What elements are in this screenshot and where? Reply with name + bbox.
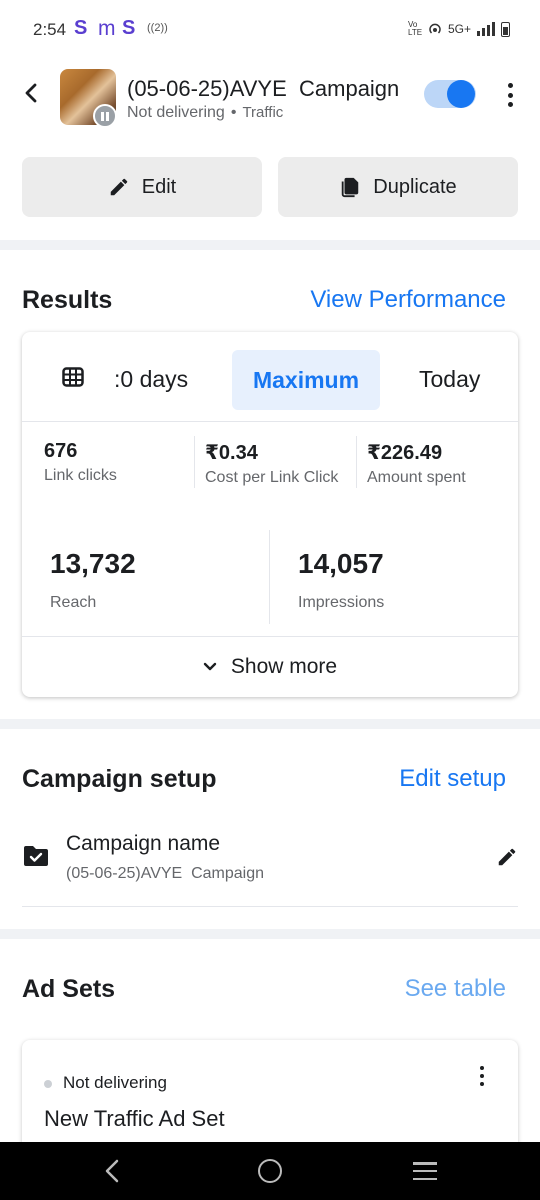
nav-home-icon[interactable] <box>258 1159 282 1183</box>
delivery-status: Not delivering <box>127 104 225 121</box>
calendar-table-icon[interactable] <box>62 367 84 387</box>
section-divider <box>0 719 540 729</box>
metric-value: ₹0.34 <box>205 442 258 464</box>
metric-label: Link clicks <box>44 467 117 484</box>
pencil-icon <box>110 178 128 196</box>
metric-link-clicks[interactable]: 676 Link clicks <box>44 440 117 485</box>
campaign-subtitle: Not delivering • Traffic <box>127 104 283 122</box>
sms-app-icon: S <box>74 17 88 39</box>
ad-set-card[interactable]: Not delivering New Traffic Ad Set <box>22 1040 518 1150</box>
wifi-calling-icon: ((2)) <box>147 22 168 34</box>
campaign-name-row[interactable]: Campaign name (05-06-25)AVYE Campaign <box>22 820 518 907</box>
status-bar: 2:54 S m S ((2)) Vo LTE 5G+ <box>0 0 540 62</box>
metric-label: Amount spent <box>367 469 466 486</box>
tab-30-days[interactable]: :0 days <box>114 366 188 393</box>
more-options-icon[interactable] <box>478 1066 486 1086</box>
edit-button[interactable]: Edit <box>22 157 262 217</box>
page-title: (05-06-25)AVYE Campaign <box>127 76 400 101</box>
section-divider <box>0 240 540 250</box>
nav-recents-icon[interactable] <box>413 1162 437 1180</box>
results-title: Results <box>22 286 113 314</box>
nav-back-icon[interactable] <box>100 1158 124 1184</box>
results-card: :0 days Maximum Today 676 Link clicks ₹0… <box>22 332 518 697</box>
campaign-header: (05-06-25)AVYE Campaign Not delivering • T… <box>0 62 540 132</box>
metric-value: 676 <box>44 440 78 462</box>
show-more-label: Show more <box>230 655 338 678</box>
metric-label: Reach <box>50 594 97 611</box>
ad-set-name: New Traffic Ad Set <box>44 1106 225 1131</box>
pencil-icon[interactable] <box>496 846 518 868</box>
campaign-toggle[interactable] <box>424 80 476 108</box>
messenger-app-icon: m <box>98 17 116 40</box>
metric-value: 13,732 <box>50 548 136 579</box>
date-range-tabs: :0 days Maximum Today <box>22 332 518 422</box>
status-time: 2:54 <box>33 20 67 39</box>
metric-label: Impressions <box>298 594 385 611</box>
campaign-name-value: (05-06-25)AVYE Campaign <box>66 865 265 882</box>
volte-icon: Vo LTE <box>407 20 423 37</box>
edit-setup-link[interactable]: Edit setup <box>399 765 506 793</box>
view-performance-link[interactable]: View Performance <box>310 286 506 314</box>
folder-check-icon <box>24 846 48 866</box>
metric-divider <box>269 530 270 624</box>
metric-amount-spent[interactable]: ₹226.49 Amount spent <box>367 440 466 487</box>
duplicate-icon <box>342 177 359 198</box>
metric-divider <box>194 436 195 488</box>
edit-button-label: Edit <box>141 175 177 198</box>
paused-badge-icon <box>93 104 117 128</box>
status-dot-icon <box>44 1080 52 1088</box>
campaign-objective: Traffic <box>242 104 284 121</box>
campaign-setup-title: Campaign setup <box>22 765 217 793</box>
metric-value: 14,057 <box>298 548 384 579</box>
metric-impressions[interactable]: 14,057 Impressions <box>298 548 384 612</box>
metric-value: ₹226.49 <box>367 442 443 464</box>
duplicate-button-label: Duplicate <box>373 175 457 198</box>
duplicate-button[interactable]: Duplicate <box>278 157 518 217</box>
more-options-icon[interactable] <box>500 80 520 110</box>
campaign-name-label: Campaign name <box>66 832 221 855</box>
metric-cost-per-click[interactable]: ₹0.34 Cost per Link Click <box>205 440 338 487</box>
ad-set-status: Not delivering <box>63 1073 167 1092</box>
metric-reach[interactable]: 13,732 Reach <box>50 548 136 612</box>
status-right: Vo LTE 5G+ <box>408 21 510 37</box>
separator-dot: • <box>230 104 237 121</box>
signal-icon <box>477 22 495 36</box>
tab-today[interactable]: Today <box>419 366 480 393</box>
section-divider <box>0 929 540 939</box>
show-more-button[interactable]: Show more <box>22 636 518 697</box>
chevron-down-icon <box>203 662 217 671</box>
ad-sets-title: Ad Sets <box>22 975 116 1003</box>
battery-icon <box>501 21 510 37</box>
back-arrow-icon[interactable] <box>18 78 46 108</box>
sms-app-icon-2: S <box>122 17 136 39</box>
system-nav-bar <box>0 1142 540 1200</box>
hotspot-icon <box>429 23 441 34</box>
metric-label: Cost per Link Click <box>205 469 339 486</box>
tab-maximum[interactable]: Maximum <box>232 350 380 410</box>
see-table-link[interactable]: See table <box>405 975 506 1003</box>
metric-divider <box>356 436 357 488</box>
network-type-label: 5G+ <box>447 22 471 36</box>
